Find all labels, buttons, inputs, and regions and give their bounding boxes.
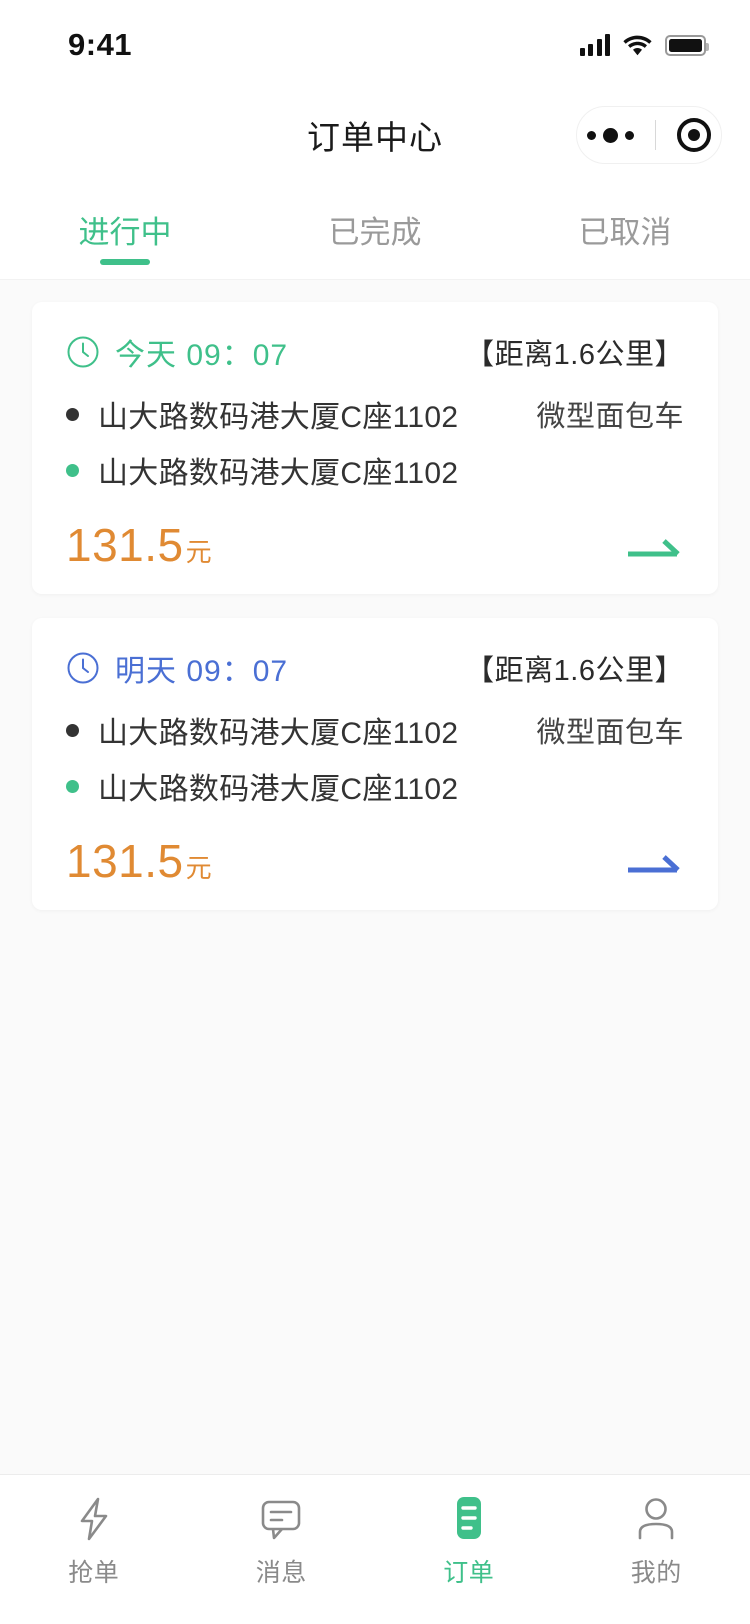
dropoff-dot-icon — [66, 779, 79, 793]
bottom-tab-messages-label: 消息 — [255, 1559, 307, 1587]
order-card[interactable]: 今天 09：07 【距离1.6公里】 山大路数码港大厦C座1102 微型面包车 … — [32, 302, 718, 594]
clock-icon — [66, 651, 100, 685]
wifi-icon — [623, 34, 652, 56]
order-time-label: 明天 09：07 — [115, 655, 289, 688]
pickup-row: 山大路数码港大厦C座1102 微型面包车 — [66, 392, 684, 436]
order-card[interactable]: 明天 09：07 【距离1.6公里】 山大路数码港大厦C座1102 微型面包车 … — [32, 618, 718, 910]
tab-in-progress-label: 进行中 — [78, 215, 172, 250]
pickup-address-group: 山大路数码港大厦C座1102 — [66, 708, 458, 752]
pickup-address-text: 山大路数码港大厦C座1102 — [98, 717, 459, 750]
order-status-tabs: 进行中 已完成 已取消 — [0, 180, 750, 280]
order-price: 131.5元 — [66, 522, 212, 568]
tab-completed-label: 已完成 — [328, 215, 422, 250]
pickup-address-text: 山大路数码港大厦C座1102 — [98, 401, 459, 434]
pickup-address-group: 山大路数码港大厦C座1102 — [66, 392, 458, 436]
status-bar-icons — [579, 34, 709, 56]
bottom-tab-orders-label: 订单 — [443, 1559, 495, 1587]
pickup-dot-icon — [66, 407, 79, 421]
tab-cancelled[interactable]: 已取消 — [500, 180, 750, 279]
bottom-tab-messages[interactable]: 消息 — [188, 1495, 376, 1589]
order-time-label: 今天 09：07 — [115, 339, 289, 372]
order-footer-row: 131.5元 — [66, 522, 684, 568]
tab-in-progress[interactable]: 进行中 — [0, 180, 250, 279]
bottom-tab-bar: 抢单 消息 订单 我的 — [0, 1474, 750, 1624]
signal-bars-icon — [579, 34, 610, 56]
bottom-tab-grab-order-label: 抢单 — [68, 1559, 120, 1587]
order-price-unit: 元 — [185, 853, 212, 883]
battery-full-icon — [665, 34, 709, 56]
dropoff-dot-icon — [66, 463, 79, 477]
tab-completed[interactable]: 已完成 — [250, 180, 500, 279]
bottom-tab-profile-label: 我的 — [630, 1559, 682, 1587]
lightning-bolt-icon — [70, 1495, 118, 1543]
dropoff-address-text: 山大路数码港大厦C座1102 — [98, 457, 459, 490]
mini-program-capsule[interactable] — [576, 106, 722, 164]
order-price-unit: 元 — [185, 537, 212, 567]
person-icon — [632, 1495, 680, 1543]
dropoff-row: 山大路数码港大厦C座1102 — [66, 764, 684, 808]
capsule-divider — [654, 120, 656, 150]
bottom-tab-profile[interactable]: 我的 — [563, 1495, 750, 1589]
nav-bar: 订单中心 — [0, 90, 750, 180]
more-dots-icon[interactable] — [587, 127, 635, 143]
order-header-row: 明天 09：07 【距离1.6公里】 — [66, 646, 684, 690]
dropoff-address-group: 山大路数码港大厦C座1102 — [66, 448, 458, 492]
order-time-group: 明天 09：07 — [66, 646, 288, 690]
chat-bubble-icon — [257, 1495, 305, 1543]
order-price-amount: 131.5 — [66, 835, 184, 887]
dropoff-address-group: 山大路数码港大厦C座1102 — [66, 764, 458, 808]
order-list: 今天 09：07 【距离1.6公里】 山大路数码港大厦C座1102 微型面包车 … — [0, 280, 750, 1474]
vehicle-type: 微型面包车 — [536, 401, 684, 433]
page-title: 订单中心 — [307, 119, 443, 156]
bottom-tab-grab-order[interactable]: 抢单 — [0, 1495, 188, 1589]
tab-cancelled-label: 已取消 — [578, 215, 672, 250]
bottom-tab-orders[interactable]: 订单 — [375, 1495, 563, 1589]
order-price: 131.5元 — [66, 838, 212, 884]
app-screen: 9:41 订单中心 进行中 已完成 已取消 今天 09：07 【距离1.6公里】… — [0, 0, 750, 1624]
pickup-dot-icon — [66, 723, 79, 737]
order-time-group: 今天 09：07 — [66, 330, 288, 374]
order-footer-row: 131.5元 — [66, 838, 684, 884]
vehicle-type: 微型面包车 — [536, 717, 684, 749]
order-header-row: 今天 09：07 【距离1.6公里】 — [66, 330, 684, 374]
pickup-row: 山大路数码港大厦C座1102 微型面包车 — [66, 708, 684, 752]
order-distance: 【距离1.6公里】 — [465, 339, 684, 371]
status-bar-time: 9:41 — [68, 27, 133, 62]
dropoff-address-text: 山大路数码港大厦C座1102 — [98, 773, 459, 806]
dropoff-row: 山大路数码港大厦C座1102 — [66, 448, 684, 492]
tab-active-underline — [100, 259, 150, 265]
arrow-right-icon[interactable] — [622, 852, 684, 878]
clock-icon — [66, 335, 100, 369]
status-bar: 9:41 — [0, 0, 750, 90]
target-circle-icon[interactable] — [676, 118, 711, 152]
arrow-right-icon[interactable] — [622, 536, 684, 562]
order-list-icon — [445, 1495, 493, 1543]
order-price-amount: 131.5 — [66, 519, 184, 571]
order-distance: 【距离1.6公里】 — [465, 655, 684, 687]
